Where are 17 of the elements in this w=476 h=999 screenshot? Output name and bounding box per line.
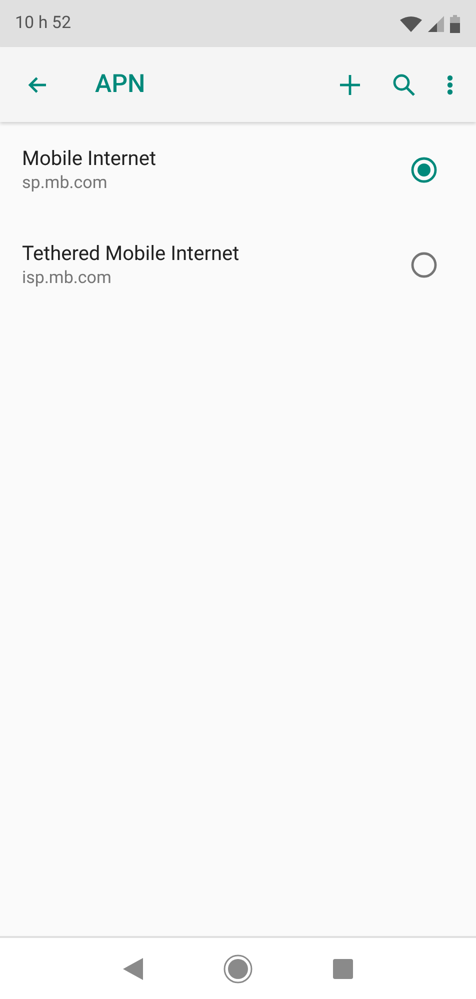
battery-icon — [450, 14, 460, 32]
more-options-icon — [447, 74, 453, 94]
back-icon[interactable] — [123, 958, 143, 980]
home-icon[interactable] — [223, 954, 253, 984]
wifi-icon — [400, 16, 422, 32]
recents-icon[interactable] — [333, 958, 353, 978]
apn-address: isp.mb.com — [22, 266, 112, 290]
search-icon — [392, 72, 416, 96]
apn-name[interactable]: Mobile Internet — [22, 144, 410, 170]
radio-button[interactable] — [410, 250, 438, 278]
apn-address: sp.mb.com — [22, 172, 108, 194]
status-time: 10 h 52 — [15, 12, 72, 35]
signal-icon — [428, 16, 444, 32]
apn-name[interactable]: Tethered Mobile Internet — [22, 240, 410, 266]
screen-title: APN — [95, 68, 146, 101]
radio-button[interactable] — [410, 156, 438, 184]
add-icon — [340, 74, 360, 94]
